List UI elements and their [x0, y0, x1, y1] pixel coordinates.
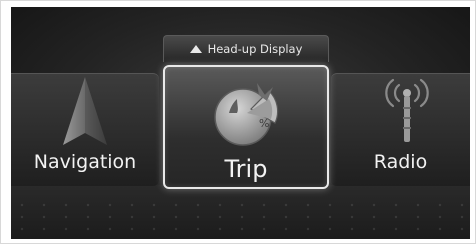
- triangle-up-icon: [189, 45, 202, 53]
- head-up-display-button[interactable]: Head-up Display: [163, 35, 329, 62]
- radio-antenna-icon: [385, 78, 429, 142]
- trip-computer-icon: %: [214, 83, 279, 146]
- screen-frame: Head-up Display Navigation Radio % Trip: [0, 0, 476, 244]
- trip-icon-percent: %: [259, 117, 269, 130]
- menu-label-radio: Radio: [373, 151, 428, 173]
- menu-label-trip: Trip: [224, 155, 268, 183]
- head-up-display-label: Head-up Display: [207, 42, 303, 56]
- navigation-arrow-icon: [63, 77, 107, 145]
- menu-label-navigation: Navigation: [33, 151, 137, 173]
- display-screen: Head-up Display Navigation Radio % Trip: [11, 7, 470, 239]
- floor-texture: [11, 199, 470, 239]
